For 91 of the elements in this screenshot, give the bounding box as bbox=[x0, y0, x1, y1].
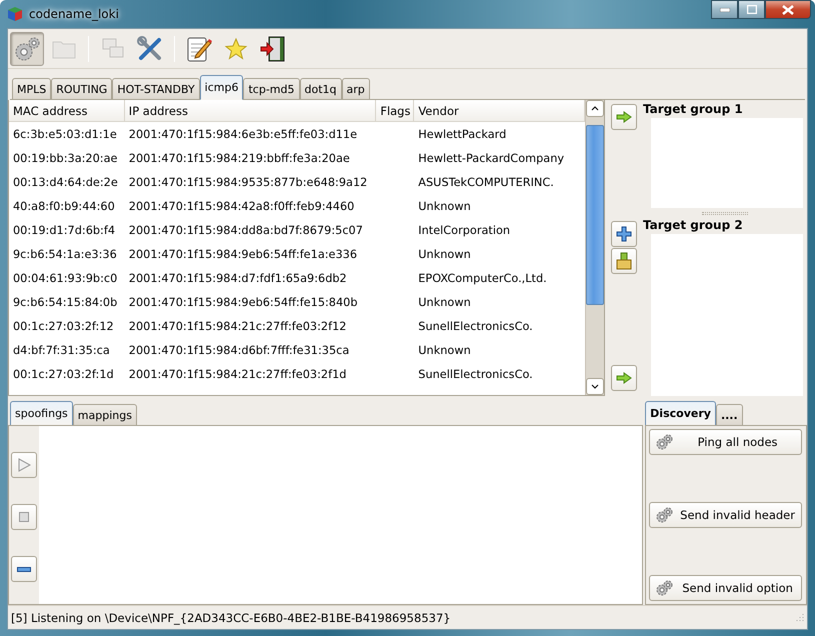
up-caret-icon bbox=[591, 106, 599, 111]
tab[interactable]: spoofings bbox=[10, 401, 73, 426]
table-cell-text: 2001:470:1f15:984:42a8:f0ff:feb9:4460 bbox=[128, 200, 356, 212]
remove-button[interactable] bbox=[11, 556, 37, 582]
windows-icon bbox=[101, 36, 125, 60]
exit-door-icon bbox=[260, 34, 286, 62]
table-cell-text: EPOXComputerCo.,Ltd. bbox=[417, 272, 548, 284]
column-header[interactable]: Flags bbox=[376, 100, 414, 121]
table-cell-text: 2001:470:1f15:984:21c:27ff:fe03:2f12 bbox=[128, 320, 348, 332]
notepad-pencil-icon bbox=[186, 34, 212, 62]
table-cell-text: 40:a8:f0:b9:44:60 bbox=[12, 200, 116, 212]
table-cell-text: HewlettPackard bbox=[417, 128, 508, 140]
table-cell-text: 2001:470:1f15:984:dd8a:bd7f:8679:5c07 bbox=[128, 224, 364, 236]
close-icon bbox=[782, 4, 794, 14]
gears-icon bbox=[656, 580, 674, 596]
maximize-button[interactable] bbox=[738, 0, 765, 19]
table-cell-text: 00:04:61:93:9b:c0 bbox=[12, 272, 118, 284]
table-cell-text: ASUSTekCOMPUTERINC. bbox=[417, 176, 555, 188]
play-icon bbox=[17, 458, 31, 472]
gears-icon bbox=[13, 34, 41, 62]
status-text: [5] Listening on \Device\NPF_{2AD343CC-E6B0-4BE2-B1BE-B41986958537} bbox=[11, 610, 451, 624]
gears-icon bbox=[656, 434, 674, 450]
table-cell-text: Unknown bbox=[417, 200, 472, 212]
group-title: Target group 2 bbox=[643, 218, 744, 234]
tab[interactable]: Discovery bbox=[645, 401, 716, 426]
tab[interactable]: arp bbox=[342, 78, 370, 100]
add-to-group-button[interactable] bbox=[611, 104, 637, 130]
table-cell-text: 2001:470:1f15:984:9eb6:54ff:fe15:840b bbox=[128, 296, 359, 308]
scroll-down-button[interactable] bbox=[586, 378, 604, 395]
tools-icon bbox=[137, 36, 163, 62]
close-button[interactable] bbox=[765, 0, 811, 19]
column-header[interactable]: MAC address bbox=[9, 100, 125, 121]
table-cell-text: 6c:3b:e5:03:d1:1e bbox=[12, 128, 118, 140]
start-button[interactable] bbox=[11, 452, 37, 478]
scrollbar-thumb[interactable] bbox=[586, 125, 604, 305]
table-cell-text: 00:13:d4:64:de:2e bbox=[12, 176, 119, 188]
stop-icon bbox=[19, 512, 29, 522]
app-cube-icon bbox=[7, 6, 23, 22]
tab[interactable]: MPLS bbox=[12, 78, 52, 100]
splitter-handle[interactable] bbox=[702, 212, 748, 215]
action-button[interactable]: Send invalid option bbox=[649, 575, 802, 601]
right-arrow-icon bbox=[616, 372, 632, 384]
minimize-button[interactable] bbox=[711, 0, 738, 19]
action-button[interactable]: Send invalid header bbox=[649, 502, 802, 528]
table-cell-text: d4:bf:7f:31:35:ca bbox=[12, 344, 111, 356]
tab[interactable]: mappings bbox=[72, 404, 137, 426]
minus-icon bbox=[17, 566, 31, 572]
scroll-up-button[interactable] bbox=[586, 100, 604, 117]
table-cell-text: 00:1c:27:03:2f:1d bbox=[12, 368, 115, 380]
add-to-group-button[interactable] bbox=[611, 365, 637, 391]
table-cell-text: SunellElectronicsCo. bbox=[417, 320, 534, 332]
down-caret-icon bbox=[591, 384, 599, 389]
table-cell-text: Hewlett-PackardCompany bbox=[417, 152, 566, 164]
action-button[interactable]: Ping all nodes bbox=[649, 429, 802, 455]
tab[interactable]: ROUTING bbox=[51, 78, 112, 100]
clear-button[interactable] bbox=[611, 248, 637, 274]
minimize-icon bbox=[720, 8, 730, 12]
table-cell-text: 2001:470:1f15:984:d7:fdf1:65a9:6db2 bbox=[128, 272, 348, 284]
resize-grip-icon bbox=[794, 612, 804, 622]
tab[interactable]: .... bbox=[716, 404, 743, 426]
table-cell-text: Unknown bbox=[417, 344, 472, 356]
table-cell-text: 2001:470:1f15:984:21c:27ff:fe03:2f1d bbox=[128, 368, 348, 380]
table-cell-text: IntelCorporation bbox=[417, 224, 512, 236]
table-cell-text: 2001:470:1f15:984:219:bbff:fe3a:20ae bbox=[128, 152, 351, 164]
tab[interactable]: icmp6 bbox=[200, 75, 244, 100]
gears-icon bbox=[656, 507, 674, 523]
table-cell-text: 9c:b6:54:1a:e3:36 bbox=[12, 248, 118, 260]
maximize-icon bbox=[746, 5, 756, 14]
table-cell-text: 2001:470:1f15:984:9535:877b:e648:9a12 bbox=[128, 176, 368, 188]
folder-icon bbox=[52, 38, 76, 58]
column-header[interactable]: IP address bbox=[124, 100, 376, 121]
table-cell-text: 00:1c:27:03:2f:12 bbox=[12, 320, 115, 332]
table-cell-text: 00:19:bb:3a:20:ae bbox=[12, 152, 118, 164]
stop-button[interactable] bbox=[11, 504, 37, 530]
tab[interactable]: tcp-md5 bbox=[243, 78, 300, 100]
window-title: codename_loki bbox=[29, 7, 120, 21]
table-cell-text: 2001:470:1f15:984:d6bf:7fff:fe31:35ca bbox=[128, 344, 350, 356]
plus-icon bbox=[616, 226, 632, 242]
tab[interactable]: dot1q bbox=[300, 78, 342, 100]
table-cell-text: 2001:470:1f15:984:6e3b:e5ff:fe03:d11e bbox=[128, 128, 358, 140]
add-button[interactable] bbox=[611, 221, 637, 247]
tab[interactable]: HOT-STANDBY bbox=[112, 78, 200, 100]
right-arrow-icon bbox=[616, 111, 632, 123]
group-title: Target group 1 bbox=[643, 102, 744, 118]
table-cell-text: Unknown bbox=[417, 296, 472, 308]
star-icon bbox=[224, 36, 248, 60]
table-cell-text: 2001:470:1f15:984:9eb6:54ff:fe1a:e336 bbox=[128, 248, 358, 260]
table-cell-text: Unknown bbox=[417, 248, 472, 260]
table-cell-text: SunellElectronicsCo. bbox=[417, 368, 534, 380]
table-cell-text: 9c:b6:54:15:84:0b bbox=[12, 296, 118, 308]
table-cell-text: 00:19:d1:7d:6b:f4 bbox=[12, 224, 116, 236]
